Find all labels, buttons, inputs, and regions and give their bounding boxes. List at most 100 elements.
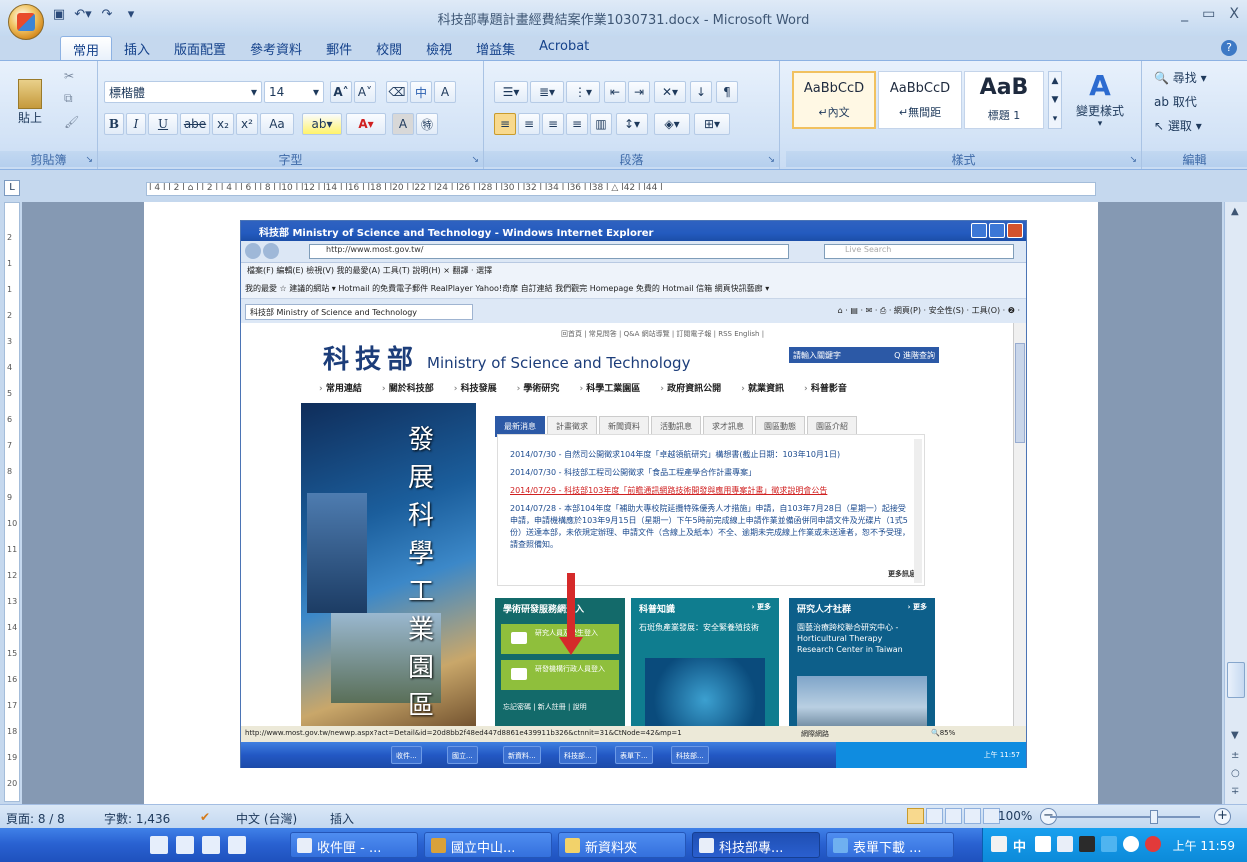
change-case-button[interactable]: Aa [260, 113, 294, 135]
tab-references[interactable]: 參考資料 [238, 36, 314, 60]
tab-review[interactable]: 校閱 [364, 36, 414, 60]
vertical-scrollbar[interactable]: ▲ ▼ ± ○ ∓ [1224, 202, 1247, 804]
help-tray-icon[interactable] [1079, 836, 1095, 852]
outline-icon[interactable] [964, 808, 981, 824]
asian-layout-icon[interactable]: ✕▾ [654, 81, 686, 103]
increase-indent-icon[interactable]: ⇥ [628, 81, 650, 103]
multilevel-list-button[interactable]: ⋮▾ [566, 81, 600, 103]
decrease-indent-icon[interactable]: ⇤ [604, 81, 626, 103]
next-page-icon[interactable]: ∓ [1231, 786, 1239, 797]
highlight-color-button[interactable]: ab▾ [302, 113, 342, 135]
word-count[interactable]: 字數: 1,436 [104, 810, 170, 827]
desktop-icon[interactable] [150, 836, 168, 854]
web-layout-icon[interactable] [945, 808, 962, 824]
subscript-button[interactable]: x₂ [212, 113, 234, 135]
tab-home[interactable]: 常用 [60, 36, 113, 60]
styles-launcher-icon[interactable]: ↘ [1129, 155, 1137, 165]
style-heading-1[interactable]: AaB 標題 1 [964, 71, 1044, 129]
character-shading-icon[interactable]: A [392, 113, 414, 135]
ime-tool-icon[interactable] [1057, 836, 1073, 852]
shading-button[interactable]: ◈▾ [654, 113, 690, 135]
full-screen-icon[interactable] [926, 808, 943, 824]
taskbar-item-university[interactable]: 國立中山... [424, 832, 552, 858]
replace-button[interactable]: ab 取代 [1154, 93, 1197, 110]
font-size-select[interactable]: 14 ▾ [264, 81, 324, 103]
tab-acrobat[interactable]: Acrobat [527, 36, 601, 60]
page-indicator[interactable]: 頁面: 8 / 8 [6, 810, 65, 827]
phonetic-guide-icon[interactable]: 中 [410, 81, 432, 103]
taskbar-item-folder[interactable]: 新資料夾 [558, 832, 686, 858]
copy-icon[interactable]: ⧉ [64, 91, 73, 106]
align-right-icon[interactable]: ≡ [542, 113, 564, 135]
scroll-thumb[interactable] [1227, 662, 1245, 698]
tab-view[interactable]: 檢視 [414, 36, 464, 60]
taskbar-item-forms[interactable]: 表單下載 ... [826, 832, 954, 858]
help-icon[interactable]: ? [1221, 40, 1237, 56]
select-button[interactable]: ↖ 選取 ▾ [1154, 117, 1202, 134]
font-color-button[interactable]: A▾ [346, 113, 386, 135]
styles-scroll[interactable]: ▲ ▼ ▾ [1048, 71, 1062, 129]
taskbar-item-inbox[interactable]: 收件匣 - ... [290, 832, 418, 858]
language-indicator[interactable]: 中 [1013, 836, 1029, 855]
print-layout-icon[interactable] [907, 808, 924, 824]
align-center-icon[interactable]: ≡ [518, 113, 540, 135]
enclose-character-icon[interactable]: ㊕ [416, 113, 438, 135]
office-button[interactable] [8, 4, 44, 40]
network-icon[interactable] [1101, 836, 1117, 852]
zoom-slider-knob[interactable] [1150, 810, 1158, 824]
underline-button[interactable]: U [148, 113, 178, 135]
line-spacing-button[interactable]: ↕▾ [616, 113, 648, 135]
scroll-down-icon[interactable]: ▼ [1231, 730, 1239, 741]
taskbar-item-word-doc[interactable]: 科技部專... [692, 832, 820, 858]
vertical-ruler[interactable]: 21123456789101112131415161718192021 [4, 202, 20, 814]
justify-icon[interactable]: ≡ [566, 113, 588, 135]
zoom-slider[interactable] [1050, 810, 1200, 824]
prev-page-icon[interactable]: ± [1231, 750, 1239, 761]
language[interactable]: 中文 (台灣) [236, 810, 297, 827]
security-icon[interactable] [1145, 836, 1161, 852]
proofing-icon[interactable]: ✔ [200, 810, 210, 824]
back-arrow-icon[interactable] [1123, 836, 1139, 852]
zoom-in-button[interactable]: + [1214, 808, 1231, 825]
horizontal-ruler[interactable]: l 4 l l 2 l ⌂ l l 2 l l 4 l l 6 l l 8 l … [146, 182, 1096, 196]
zoom-level[interactable]: 100% [998, 809, 1032, 823]
font-launcher-icon[interactable]: ↘ [471, 155, 479, 165]
cut-icon[interactable]: ✂ [64, 69, 74, 83]
tab-addins[interactable]: 增益集 [464, 36, 527, 60]
insert-mode[interactable]: 插入 [330, 810, 354, 827]
shrink-font-button[interactable]: A˅ [354, 81, 376, 103]
format-painter-icon[interactable]: 🖌 [64, 115, 79, 129]
close-button[interactable]: X [1229, 6, 1239, 22]
grow-font-button[interactable]: A˄ [330, 81, 352, 103]
word-icon[interactable] [176, 836, 194, 854]
italic-button[interactable]: I [126, 113, 146, 135]
find-button[interactable]: 🔍 尋找 ▾ [1154, 69, 1207, 86]
font-name-select[interactable]: 標楷體 ▾ [104, 81, 262, 103]
outlook-icon[interactable] [202, 836, 220, 854]
window-icon[interactable] [228, 836, 246, 854]
borders-button[interactable]: ⊞▾ [694, 113, 730, 135]
character-border-icon[interactable]: A [434, 81, 456, 103]
distributed-icon[interactable]: ▥ [590, 113, 612, 135]
tab-mailings[interactable]: 郵件 [314, 36, 364, 60]
tab-page-layout[interactable]: 版面配置 [162, 36, 238, 60]
strikethrough-button[interactable]: abe [180, 113, 210, 135]
superscript-button[interactable]: x² [236, 113, 258, 135]
tab-insert[interactable]: 插入 [112, 36, 162, 60]
paragraph-launcher-icon[interactable]: ↘ [767, 155, 775, 165]
clear-format-icon[interactable]: ⌫ [386, 81, 408, 103]
bullets-button[interactable]: ☰▾ [494, 81, 528, 103]
align-left-icon[interactable]: ≡ [494, 113, 516, 135]
restore-button[interactable]: ▭ [1202, 6, 1215, 22]
bold-button[interactable]: B [104, 113, 124, 135]
scroll-up-icon[interactable]: ▲ [1231, 206, 1239, 217]
change-styles-button[interactable]: A 變更樣式 ▾ [1068, 69, 1132, 139]
tab-selector[interactable]: L [4, 180, 20, 196]
ime-mode-icon[interactable] [1035, 836, 1051, 852]
browse-object-icon[interactable]: ○ [1231, 768, 1240, 779]
clipboard-launcher-icon[interactable]: ↘ [85, 155, 93, 165]
ime-icon[interactable] [991, 836, 1007, 852]
numbering-button[interactable]: ≣▾ [530, 81, 564, 103]
style-no-spacing[interactable]: AaBbCcD ↵無間距 [878, 71, 962, 129]
show-marks-icon[interactable]: ¶ [716, 81, 738, 103]
